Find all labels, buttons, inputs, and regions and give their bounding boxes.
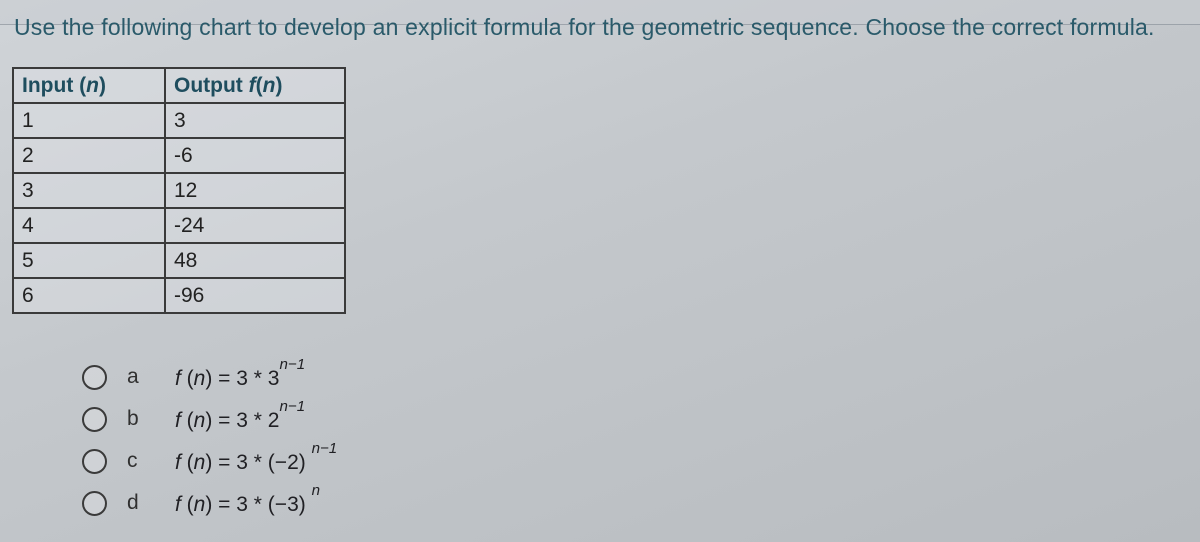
option-a[interactable]: a f (n) = 3 * 3n−1 — [82, 356, 1188, 398]
option-letter: b — [107, 407, 175, 431]
table-header-output: Output f(n) — [165, 68, 345, 103]
table-row: 5 48 — [13, 243, 345, 278]
table-row: 6 -96 — [13, 278, 345, 313]
option-c[interactable]: c f (n) = 3 * (−2) n−1 — [82, 440, 1188, 482]
hdr-input-prefix: Input ( — [22, 74, 86, 97]
table-row: 1 3 — [13, 103, 345, 138]
option-d[interactable]: d f (n) = 3 * (−3) n — [82, 482, 1188, 524]
cell-fn: -24 — [165, 208, 345, 243]
cell-n: 1 — [13, 103, 165, 138]
question-text: Use the following chart to develop an ex… — [12, 10, 1188, 45]
table-row: 3 12 — [13, 173, 345, 208]
option-formula: f (n) = 3 * 2n−1 — [175, 406, 305, 433]
cell-n: 4 — [13, 208, 165, 243]
hdr-output-paren2: ) — [275, 74, 282, 97]
cell-n: 6 — [13, 278, 165, 313]
table-row: 4 -24 — [13, 208, 345, 243]
io-table-wrap: Input (n) Output f(n) 1 3 2 -6 3 — [12, 67, 1188, 314]
option-b[interactable]: b f (n) = 3 * 2n−1 — [82, 398, 1188, 440]
options-group: a f (n) = 3 * 3n−1 b f (n) = 3 * 2n−1 c … — [82, 356, 1188, 524]
radio-icon[interactable] — [82, 407, 107, 432]
hdr-output-paren: ( — [256, 74, 263, 97]
cell-fn: 12 — [165, 173, 345, 208]
cell-fn: 3 — [165, 103, 345, 138]
hdr-output-prefix: Output — [174, 74, 249, 97]
cell-n: 3 — [13, 173, 165, 208]
hdr-output-f: f — [249, 74, 256, 97]
cell-fn: -6 — [165, 138, 345, 173]
cell-fn: -96 — [165, 278, 345, 313]
table-row: 2 -6 — [13, 138, 345, 173]
option-letter: c — [107, 449, 175, 473]
option-formula: f (n) = 3 * (−3) n — [175, 490, 320, 517]
option-formula: f (n) = 3 * (−2) n−1 — [175, 448, 337, 475]
cell-n: 2 — [13, 138, 165, 173]
option-letter: d — [107, 491, 175, 515]
cell-n: 5 — [13, 243, 165, 278]
cell-fn: 48 — [165, 243, 345, 278]
radio-icon[interactable] — [82, 449, 107, 474]
hdr-input-n: n — [86, 74, 99, 97]
hdr-output-n: n — [263, 74, 276, 97]
hdr-input-suffix: ) — [99, 74, 106, 97]
option-formula: f (n) = 3 * 3n−1 — [175, 364, 305, 391]
radio-icon[interactable] — [82, 365, 107, 390]
io-table: Input (n) Output f(n) 1 3 2 -6 3 — [12, 67, 346, 314]
table-header-input: Input (n) — [13, 68, 165, 103]
option-letter: a — [107, 365, 175, 389]
radio-icon[interactable] — [82, 491, 107, 516]
